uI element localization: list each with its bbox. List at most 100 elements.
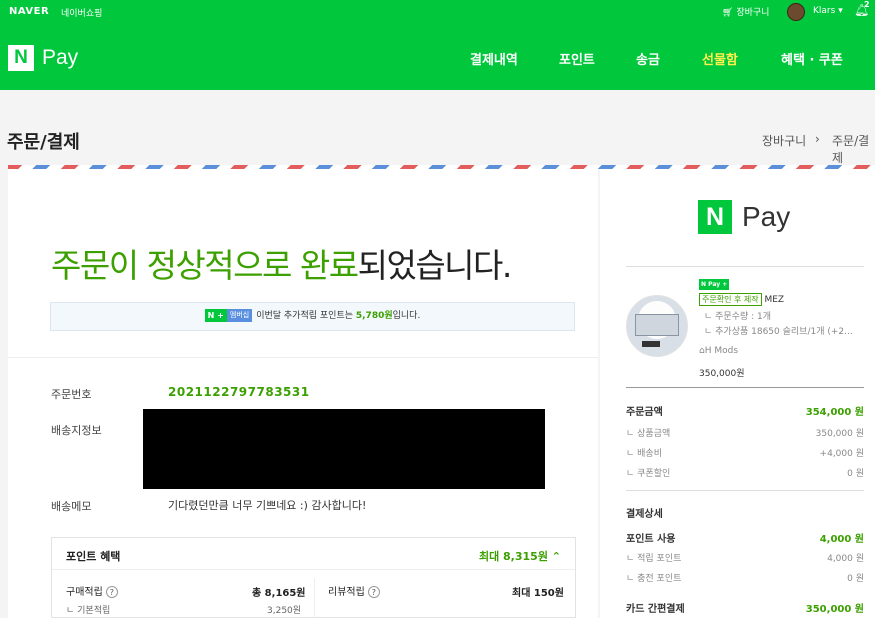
row-value: 350,000 원 [815,429,864,439]
row-label: ㄴ 쿠폰할인 [626,469,671,479]
row-label: ㄴ 상품금액 [626,429,671,439]
cart-link[interactable]: 🛒︎ 장바구니 [722,5,769,18]
notice-points: 5,780원 [355,311,393,321]
product-name: MEZ [764,295,785,305]
notice-text: 이번달 추가적립 포인트는 [256,311,356,321]
payment-detail-title: 결제상세 [626,505,864,520]
review-reward-value: 최대 150원 [512,588,564,599]
purchase-reward-text: 구매적립 [66,587,103,598]
heading-highlight: 주문이 정상적으로 완료 [51,246,359,285]
main-nav: N Pay 결제내역 포인트 송금 선물함 혜택 · 쿠폰 [0,24,875,90]
order-amount-row: 주문금액 354,000 원 [626,403,864,418]
notification-count: 2 [864,0,870,9]
purchase-reward-label: 구매적립? [66,583,118,598]
cart-icon: 🛒︎ [722,8,734,18]
basic-reward-value: 3,250원 [267,606,302,616]
chevron-down-icon: ▾ [838,6,843,16]
notice-text-end: 입니다. [392,311,421,321]
earned-point-row: ㄴ 적립 포인트 4,000 원 [626,551,864,564]
top-bar: NAVER 네이버쇼핑 🛒︎ 장바구니 Klars ▾ 🔔︎ 2 [0,0,875,24]
naver-shopping-link[interactable]: 네이버쇼핑 [61,6,102,19]
point-usage-row: 포인트 사용 4,000 원 [626,530,864,545]
membership-badge: 멤버십 [226,309,253,322]
breadcrumb-checkout: 주문/결제 [832,134,870,165]
store-link[interactable]: ⌂H Mods [699,346,738,356]
row-value: 350,000 원 [805,604,864,615]
row-label: 카드 간편결제 [626,604,685,615]
coupon-discount-row: ㄴ 쿠폰할인 0 원 [626,466,864,479]
n-logo-icon: N [8,45,34,71]
order-complete-panel: 주문이 정상적으로 완료되었습니다. N + 멤버십 이번달 추가적립 포인트는 5… [8,169,598,618]
pay-logo-text: Pay [42,46,79,69]
nav-benefits-coupons[interactable]: 혜택 · 쿠폰 [781,49,843,68]
product-thumbnail[interactable] [626,295,688,357]
shipping-info-label: 배송지정보 [51,424,102,437]
order-amount-label: 주문금액 [626,407,663,418]
delivery-memo: 기다렸던만큼 너무 기쁘네요 :) 감사합니다! [168,499,367,512]
point-benefits-title: 포인트 혜택 [66,550,121,563]
npay-badge: N + [204,309,227,322]
product-amount-row: ㄴ 상품금액 350,000 원 [626,426,864,439]
page-title: 주문/결제 [7,132,80,153]
purchase-reward-value: 총 8,165원 [252,588,306,599]
divider [626,387,864,388]
help-icon[interactable]: ? [105,586,118,598]
payment-detail-label: 결제상세 [626,509,663,520]
badge-n: N [207,311,215,320]
row-value: 4,000 원 [819,534,864,545]
user-menu[interactable]: Klars ▾ [813,6,843,16]
npay-logo-large: N Pay [698,200,790,234]
basic-reward-label: ㄴ 기본적립 [66,606,111,616]
cart-label: 장바구니 [736,8,770,18]
product-addon: ㄴ 추가상품 18650 슬리브/1개 (+2... [704,327,853,337]
breadcrumb-separator-icon: › [815,132,820,146]
badge-plus: + [217,311,224,320]
delivery-memo-label: 배송메모 [51,500,92,513]
nav-payment-history[interactable]: 결제내역 [470,49,518,68]
row-label: ㄴ 충전 포인트 [626,574,682,584]
charged-point-row: ㄴ 충전 포인트 0 원 [626,571,864,584]
divider [8,357,598,358]
pay-logo-text: Pay [742,201,791,232]
order-summary-panel: N Pay N Pay + 주문확인 후 제작 MEZ ㄴ 주문수량 : 1개 … [600,169,875,618]
membership-notice: N + 멤버십 이번달 추가적립 포인트는 5,780원입니다. [50,302,575,331]
order-number-label: 주문번호 [51,388,92,401]
divider [314,578,315,618]
made-to-order-tag: 주문확인 후 제작 [699,293,762,306]
breadcrumb-cart[interactable]: 장바구니 [762,132,806,149]
product-price: 350,000원 [699,369,745,379]
max-value: 최대 8,315원 [478,550,548,563]
row-label: ㄴ 적립 포인트 [626,554,682,564]
n-logo-icon: N [698,200,732,234]
point-benefits-max[interactable]: 최대 8,315원 ⌃ [479,548,561,564]
shipping-fee-row: ㄴ 배송비 +4,000 원 [626,446,864,459]
nav-gift-box[interactable]: 선물함 [702,49,738,68]
help-icon[interactable]: ? [367,586,380,598]
redacted-shipping-info [143,409,545,489]
product-title[interactable]: 주문확인 후 제작 MEZ [699,293,784,306]
npay-plus-badge: N Pay + [699,279,730,290]
avatar[interactable] [787,3,805,21]
npay-logo[interactable]: N Pay [8,45,78,71]
store-name: H Mods [704,346,739,356]
card-payment-row: 카드 간편결제 350,000 원 [626,600,864,615]
row-label: ㄴ 배송비 [626,449,662,459]
product-quantity: ㄴ 주문수량 : 1개 [704,312,772,322]
divider [626,266,864,267]
review-reward-label: 리뷰적립? [328,583,380,598]
user-name: Klars [813,6,836,16]
order-number[interactable]: 2021122797783531 [168,385,310,399]
row-value: +4,000 원 [819,449,864,459]
row-value: 0 원 [847,574,864,584]
chevron-up-icon: ⌃ [551,550,561,563]
naver-logo[interactable]: NAVER [9,6,49,17]
order-amount-value: 354,000 원 [805,407,864,418]
divider [626,490,864,491]
review-reward-text: 리뷰적립 [328,587,365,598]
row-value: 0 원 [847,469,864,479]
order-complete-heading: 주문이 정상적으로 완료되었습니다. [51,239,512,287]
nav-points[interactable]: 포인트 [559,49,595,68]
row-value: 4,000 원 [827,554,864,564]
badge-text: N Pay + [699,279,730,290]
nav-transfer[interactable]: 송금 [636,49,660,68]
